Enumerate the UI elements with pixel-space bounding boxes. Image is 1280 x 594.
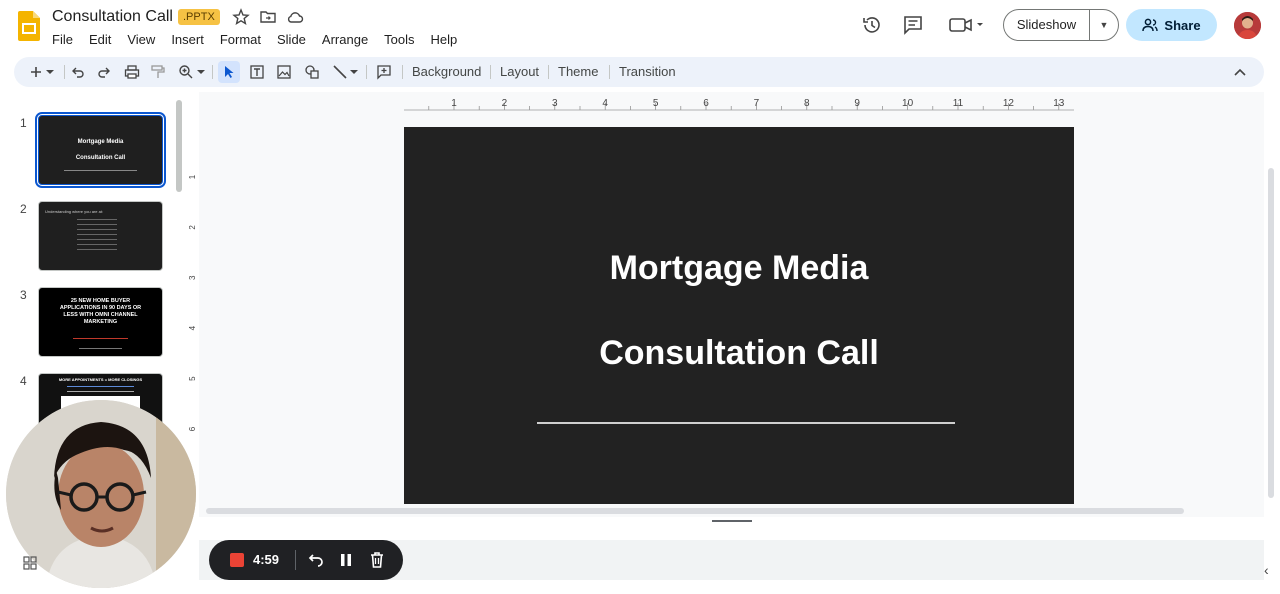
menu-edit[interactable]: Edit — [81, 30, 119, 49]
ruler-tick-label: 4 — [188, 325, 197, 330]
slide-number: 4 — [20, 374, 27, 388]
recording-timer: 4:59 — [253, 552, 280, 567]
menu-arrange[interactable]: Arrange — [314, 30, 376, 49]
new-slide-dropdown-icon[interactable] — [44, 62, 56, 82]
slide-number: 3 — [20, 288, 27, 302]
main-toolbar: Background Layout Theme Transition — [14, 57, 1264, 87]
ruler-tick-label: 10 — [902, 98, 914, 109]
theme-button[interactable]: Theme — [558, 64, 598, 79]
ruler-tick-label: 4 — [602, 98, 608, 109]
menu-help[interactable]: Help — [423, 30, 466, 49]
layout-button[interactable]: Layout — [500, 64, 539, 79]
ruler-tick-label: 11 — [953, 98, 964, 109]
insert-image-icon[interactable] — [274, 62, 294, 82]
ruler-tick-label: 2 — [502, 98, 508, 109]
line-dropdown-icon[interactable] — [348, 62, 360, 82]
file-format-badge: .PPTX — [178, 9, 220, 25]
print-icon[interactable] — [122, 62, 142, 82]
app-header: Consultation Call .PPTX File Edit View I… — [0, 0, 1280, 54]
redo-icon[interactable] — [94, 62, 114, 82]
ruler-tick-label: 7 — [754, 98, 760, 109]
paint-format-icon[interactable] — [148, 62, 168, 82]
horizontal-scrollbar[interactable] — [206, 508, 1184, 514]
shape-icon[interactable] — [302, 62, 322, 82]
slide-number: 2 — [20, 202, 27, 216]
ruler-tick-label: 8 — [804, 98, 810, 109]
ruler-tick-label: 2 — [188, 225, 197, 230]
thumb-text: MORE APPOINTMENTS = MORE CLOSINGS — [58, 377, 143, 382]
slide-thumbnail-3[interactable]: 25 NEW HOME BUYER APPLICATIONS IN 90 DAY… — [38, 287, 163, 357]
star-icon[interactable] — [232, 8, 250, 26]
menu-slide[interactable]: Slide — [269, 30, 314, 49]
collapse-menus-icon[interactable] — [1230, 62, 1250, 82]
delete-recording-icon[interactable] — [367, 550, 387, 570]
restart-recording-icon[interactable] — [306, 550, 326, 570]
background-button[interactable]: Background — [412, 64, 481, 79]
share-button[interactable]: Share — [1126, 9, 1217, 41]
version-history-icon[interactable] — [861, 14, 883, 36]
new-slide-icon[interactable] — [26, 62, 46, 82]
ruler-tick-label: 1 — [451, 98, 457, 109]
line-icon[interactable] — [330, 62, 350, 82]
slide-title-line-2[interactable]: Consultation Call — [404, 334, 1074, 373]
zoom-icon[interactable] — [176, 62, 196, 82]
text-box-icon[interactable] — [247, 62, 267, 82]
menu-insert[interactable]: Insert — [163, 30, 212, 49]
stop-recording-button[interactable] — [230, 553, 244, 567]
zoom-dropdown-icon[interactable] — [195, 62, 207, 82]
move-to-folder-icon[interactable] — [259, 8, 277, 26]
menu-tools[interactable]: Tools — [376, 30, 422, 49]
slide-thumbnail-2[interactable]: Understanding where you are at: — [38, 201, 163, 271]
side-panel-chevron-icon[interactable]: ‹ — [1264, 562, 1269, 578]
ruler-tick-label: 5 — [188, 376, 197, 381]
select-cursor-icon[interactable] — [218, 61, 240, 83]
ruler-tick-label: 13 — [1053, 98, 1065, 109]
screen-recorder-controls: 4:59 — [209, 540, 403, 580]
filmstrip-scrollbar[interactable] — [176, 100, 182, 192]
ruler-tick-label: 6 — [703, 98, 709, 109]
speaker-notes-handle[interactable] — [712, 520, 752, 522]
slide-divider-line[interactable] — [537, 422, 955, 424]
add-comment-icon[interactable] — [374, 62, 394, 82]
menu-bar: File Edit View Insert Format Slide Arran… — [44, 30, 465, 49]
vertical-scrollbar[interactable] — [1268, 168, 1274, 498]
thumb-text: Consultation Call — [75, 155, 126, 161]
people-icon — [1142, 18, 1159, 32]
thumb-text: Mortgage Media — [77, 139, 124, 145]
slide-number: 1 — [20, 116, 27, 130]
slideshow-button[interactable]: Slideshow ▼ — [1003, 9, 1119, 41]
ruler-tick-label: 1 — [188, 174, 197, 179]
menu-file[interactable]: File — [44, 30, 81, 49]
document-title[interactable]: Consultation Call — [52, 8, 173, 26]
ruler-tick-label: 3 — [552, 98, 558, 109]
ruler-tick-label: 12 — [1003, 98, 1015, 109]
slides-logo-icon[interactable] — [18, 11, 40, 41]
menu-view[interactable]: View — [119, 30, 163, 49]
menu-format[interactable]: Format — [212, 30, 269, 49]
transition-button[interactable]: Transition — [619, 64, 676, 79]
slideshow-label[interactable]: Slideshow — [1004, 10, 1090, 40]
ruler-tick-label: 5 — [653, 98, 659, 109]
meet-video-icon[interactable] — [948, 14, 988, 36]
current-slide[interactable]: Mortgage Media Consultation Call — [404, 127, 1074, 504]
thumb-text: Understanding where you are at: — [45, 209, 104, 214]
cloud-saved-icon[interactable] — [286, 8, 304, 26]
pause-recording-icon[interactable] — [336, 550, 356, 570]
user-avatar[interactable] — [1234, 12, 1261, 39]
ruler-tick-label: 9 — [854, 98, 860, 109]
ruler-tick-label: 6 — [188, 426, 197, 431]
ruler-tick-label: 3 — [188, 275, 197, 280]
comments-icon[interactable] — [902, 14, 924, 36]
vertical-ruler[interactable]: 1 2 3 4 5 6 — [186, 127, 200, 504]
chevron-down-icon[interactable]: ▼ — [1090, 20, 1118, 30]
horizontal-ruler[interactable]: 1 2 3 4 5 6 7 8 9 10 11 12 13 — [404, 97, 1074, 111]
slide-thumbnail-1[interactable]: Mortgage Media Consultation Call — [35, 112, 166, 188]
apps-grid-icon[interactable] — [23, 556, 37, 570]
slide-title-line-1[interactable]: Mortgage Media — [404, 249, 1074, 288]
thumb-text: 25 NEW HOME BUYER APPLICATIONS IN 90 DAY… — [59, 298, 142, 325]
undo-icon[interactable] — [68, 62, 88, 82]
share-label: Share — [1164, 17, 1201, 33]
